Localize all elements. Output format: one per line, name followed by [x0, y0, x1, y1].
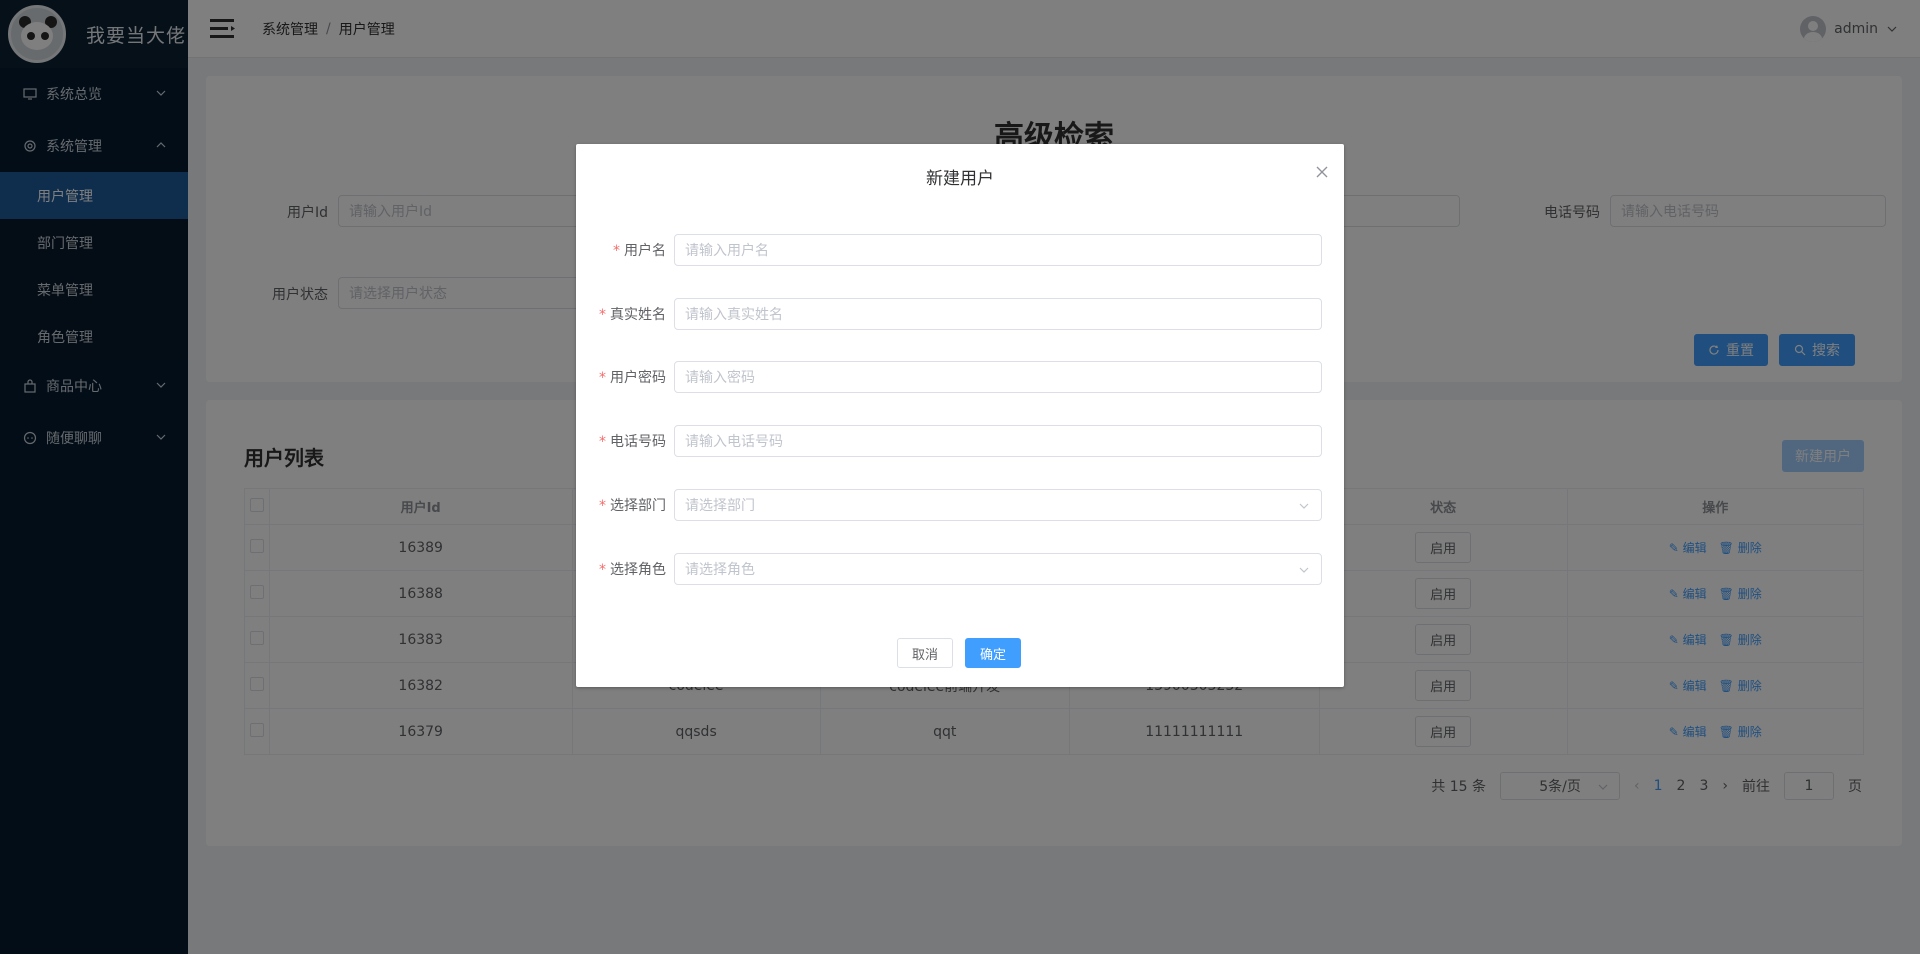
department-select[interactable]: 请选择部门	[674, 489, 1322, 521]
chevron-down-icon	[1299, 503, 1309, 509]
phone-input[interactable]: 请输入电话号码	[674, 425, 1322, 457]
username-label: * 用户名	[613, 243, 666, 259]
new-user-dialog: 新建用户 * 用户名 请输入用户名 * 真实姓名 请输入真实姓名 * 用户密码 请输入…	[576, 144, 1344, 687]
role-placeholder: 请选择角色	[685, 562, 755, 578]
chevron-down-icon	[1299, 567, 1309, 573]
role-select[interactable]: 请选择角色	[674, 553, 1322, 585]
department-label: * 选择部门	[599, 498, 666, 514]
confirm-button[interactable]: 确定	[965, 638, 1021, 668]
password-input[interactable]: 请输入密码	[674, 361, 1322, 393]
username-input[interactable]: 请输入用户名	[674, 234, 1322, 266]
phone-label: * 电话号码	[599, 434, 666, 450]
close-icon[interactable]	[1314, 164, 1330, 180]
real-name-input[interactable]: 请输入真实姓名	[674, 298, 1322, 330]
role-label: * 选择角色	[599, 562, 666, 578]
real-name-label: * 真实姓名	[599, 307, 666, 323]
password-label: * 用户密码	[599, 370, 666, 386]
department-placeholder: 请选择部门	[685, 498, 755, 514]
dialog-title: 新建用户	[926, 169, 994, 189]
cancel-button[interactable]: 取消	[897, 638, 953, 668]
